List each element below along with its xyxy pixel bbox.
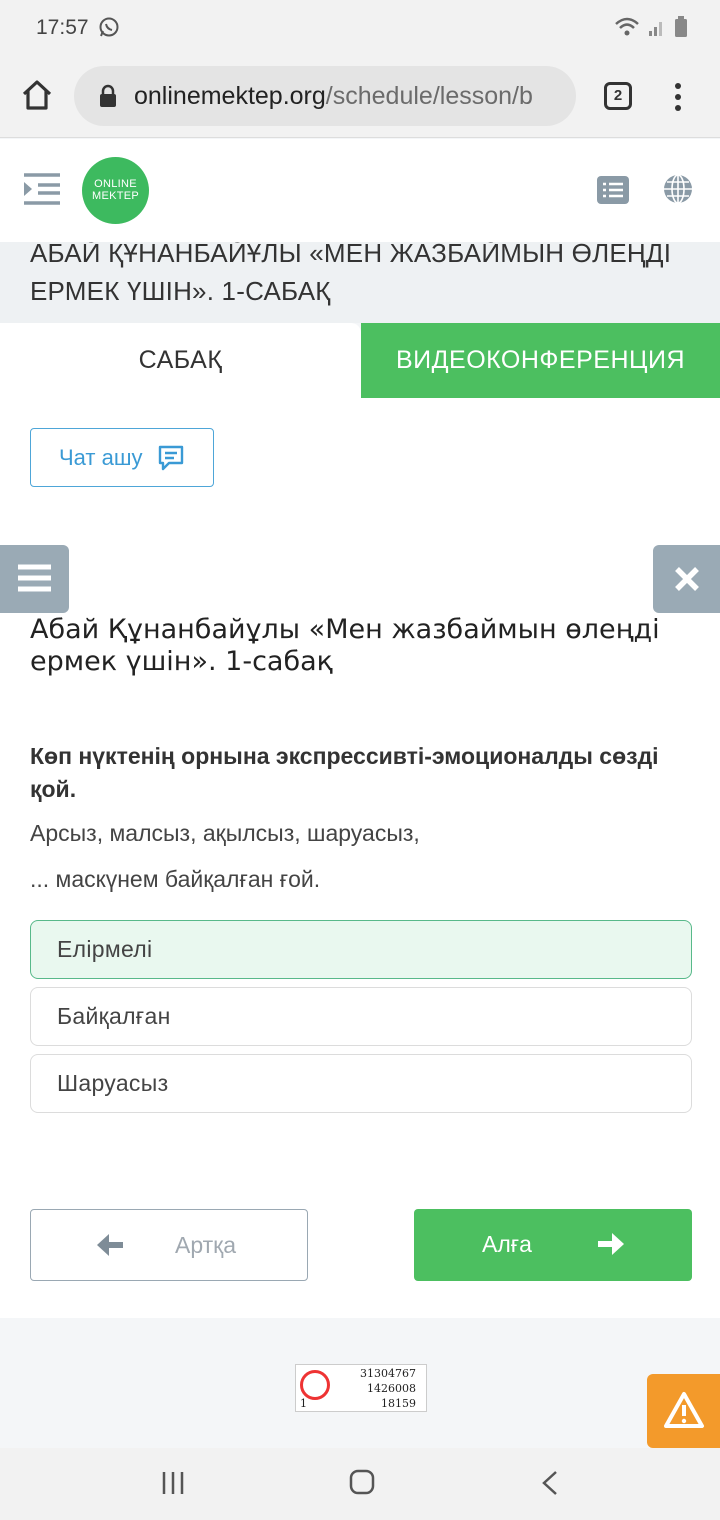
whatsapp-icon: [99, 17, 119, 37]
back-nav-icon[interactable]: [540, 1470, 560, 1496]
counter-online: 1: [300, 1397, 307, 1410]
schedule-list-icon[interactable]: [597, 176, 629, 204]
counter-today: 18159: [381, 1397, 416, 1410]
open-chat-button[interactable]: Чат ашу: [30, 428, 214, 487]
back-button[interactable]: Артқа: [30, 1209, 308, 1281]
hamburger-icon: [18, 564, 51, 592]
tab-lesson[interactable]: САБАҚ: [0, 323, 361, 398]
answer-option[interactable]: Байқалған: [30, 987, 692, 1046]
battery-icon: [675, 16, 687, 37]
lock-icon: [100, 84, 116, 107]
tab-switcher-button[interactable]: 2: [604, 82, 632, 110]
home-icon[interactable]: [20, 78, 54, 112]
back-label: Артқа: [175, 1232, 237, 1258]
home-nav-icon[interactable]: [348, 1468, 376, 1496]
close-panel-button[interactable]: [653, 545, 720, 613]
chat-bubble-icon: [158, 445, 183, 470]
address-bar[interactable]: onlinemektep.org/schedule/lesson/b: [74, 66, 576, 126]
counter-total: 31304767: [360, 1367, 416, 1380]
browser-toolbar: onlinemektep.org/schedule/lesson/b 2: [0, 56, 720, 138]
status-time: 17:57: [36, 16, 89, 39]
logo-line2: MEKTEP: [91, 190, 140, 202]
lesson-title: Абай Құнанбайұлы «Мен жазбаймын өлеңді е…: [30, 614, 660, 677]
poem-line-1: Арсыз, малсыз, ақылсыз, шаруасыз,: [30, 820, 420, 846]
poem-line-2: ... маскүнем байқалған ғой.: [30, 866, 321, 892]
question-text: Көп нүктенің орнына экспрессивті-эмоцион…: [30, 743, 659, 802]
side-menu-button[interactable]: [0, 545, 69, 613]
logo-line1: ONLINE: [94, 178, 137, 190]
arrow-right-icon: [598, 1233, 624, 1255]
answer-option-label: Байқалған: [57, 1003, 171, 1029]
system-nav-bar: [0, 1448, 720, 1520]
site-header: ONLINE MEKTEP: [0, 139, 720, 242]
signal-icon: [649, 22, 662, 36]
visit-counter[interactable]: 31304767 1426008 18159 1: [295, 1364, 427, 1412]
lesson-title-band: АБАЙ ҚҰНАНБАЙҰЛЫ «МЕН ЖАЗБАЙМЫН ӨЛЕҢДІ Е…: [0, 242, 720, 323]
menu-indent-icon[interactable]: [22, 171, 62, 207]
status-icons: [614, 16, 688, 38]
answer-option[interactable]: Шаруасыз: [30, 1054, 692, 1113]
answer-option-label: Шаруасыз: [57, 1070, 169, 1096]
open-chat-label: Чат ашу: [59, 444, 143, 470]
counter-month: 1426008: [367, 1382, 416, 1395]
status-bar: 17:57: [0, 0, 720, 56]
next-button[interactable]: Алға: [414, 1209, 692, 1281]
warning-icon: [664, 1392, 704, 1428]
more-options-icon[interactable]: [670, 82, 686, 112]
online-mektep-logo[interactable]: ONLINE MEKTEP: [82, 157, 149, 224]
tab-videoconference[interactable]: ВИДЕОКОНФЕРЕНЦИЯ: [361, 323, 720, 398]
answer-option-label: Елірмелі: [57, 936, 153, 962]
lesson-content: Чат ашу Абай Құнанбайұлы «Мен жазбаймын …: [0, 398, 720, 1318]
url-text: onlinemektep.org/schedule/lesson/b: [134, 82, 533, 111]
next-label: Алға: [482, 1231, 532, 1257]
report-problem-button[interactable]: [647, 1374, 720, 1448]
wifi-icon: [615, 17, 639, 36]
close-icon: [675, 567, 699, 591]
arrow-left-icon: [97, 1234, 123, 1256]
url-host: onlinemektep.org: [134, 82, 326, 110]
url-path: /schedule/lesson/b: [325, 82, 533, 110]
recent-apps-icon[interactable]: [160, 1470, 186, 1496]
counter-logo: [300, 1370, 330, 1400]
lesson-band-title: АБАЙ ҚҰНАНБАЙҰЛЫ «МЕН ЖАЗБАЙМЫН ӨЛЕҢДІ Е…: [30, 242, 672, 306]
globe-icon[interactable]: [662, 173, 694, 205]
answer-option[interactable]: Елірмелі: [30, 920, 692, 979]
